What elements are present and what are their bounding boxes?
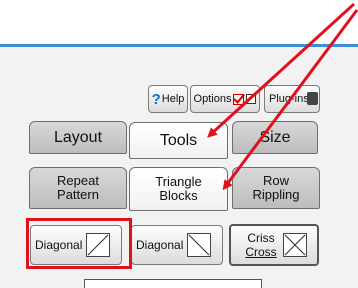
- subtab-row-rippling[interactable]: Row Rippling: [232, 167, 320, 209]
- cross-label: Cross: [245, 245, 277, 259]
- options-label: Options: [193, 93, 232, 105]
- help-label: Help: [161, 93, 185, 105]
- criss-cross-button[interactable]: Criss Cross: [229, 224, 319, 266]
- criss-cross-icon: [283, 233, 307, 257]
- subtab-row-line2: Rippling: [252, 187, 300, 202]
- plugins-label: Plug-ins: [269, 93, 309, 105]
- subtab-repeat-pattern[interactable]: Repeat Pattern: [29, 167, 127, 209]
- subtab-triangle-blocks[interactable]: Triangle Blocks: [129, 167, 228, 211]
- highlight-box: [26, 218, 132, 269]
- criss-label: Criss: [247, 231, 275, 245]
- puzzle-icon: [307, 92, 318, 105]
- diagonal-backward-icon: [187, 233, 212, 257]
- help-button[interactable]: ? Help: [148, 85, 188, 113]
- subtab-triangle-line1: Triangle: [155, 174, 202, 189]
- tab-size-label: Size: [259, 128, 291, 146]
- diagonal-backward-button[interactable]: Diagonal: [131, 225, 223, 265]
- subtab-triangle-line2: Blocks: [159, 188, 198, 203]
- tab-tools-label: Tools: [159, 131, 198, 149]
- unchecked-checkbox-icon: [246, 94, 257, 104]
- tab-tools[interactable]: Tools: [129, 122, 228, 159]
- tab-size[interactable]: Size: [232, 121, 318, 154]
- tab-layout-label: Layout: [53, 128, 103, 146]
- checked-checkbox-icon: [233, 93, 245, 105]
- partial-input-field[interactable]: [84, 279, 262, 288]
- subtab-repeat-line2: Pattern: [57, 187, 99, 202]
- diagonal-backward-label: Diagonal: [136, 238, 184, 252]
- subtab-repeat-line1: Repeat: [57, 173, 99, 188]
- subtab-row-line1: Row: [262, 173, 289, 188]
- options-button[interactable]: Options: [190, 85, 260, 113]
- help-question-icon: ?: [151, 90, 161, 108]
- plugins-button[interactable]: Plug-ins: [264, 85, 320, 113]
- tab-layout[interactable]: Layout: [29, 121, 127, 154]
